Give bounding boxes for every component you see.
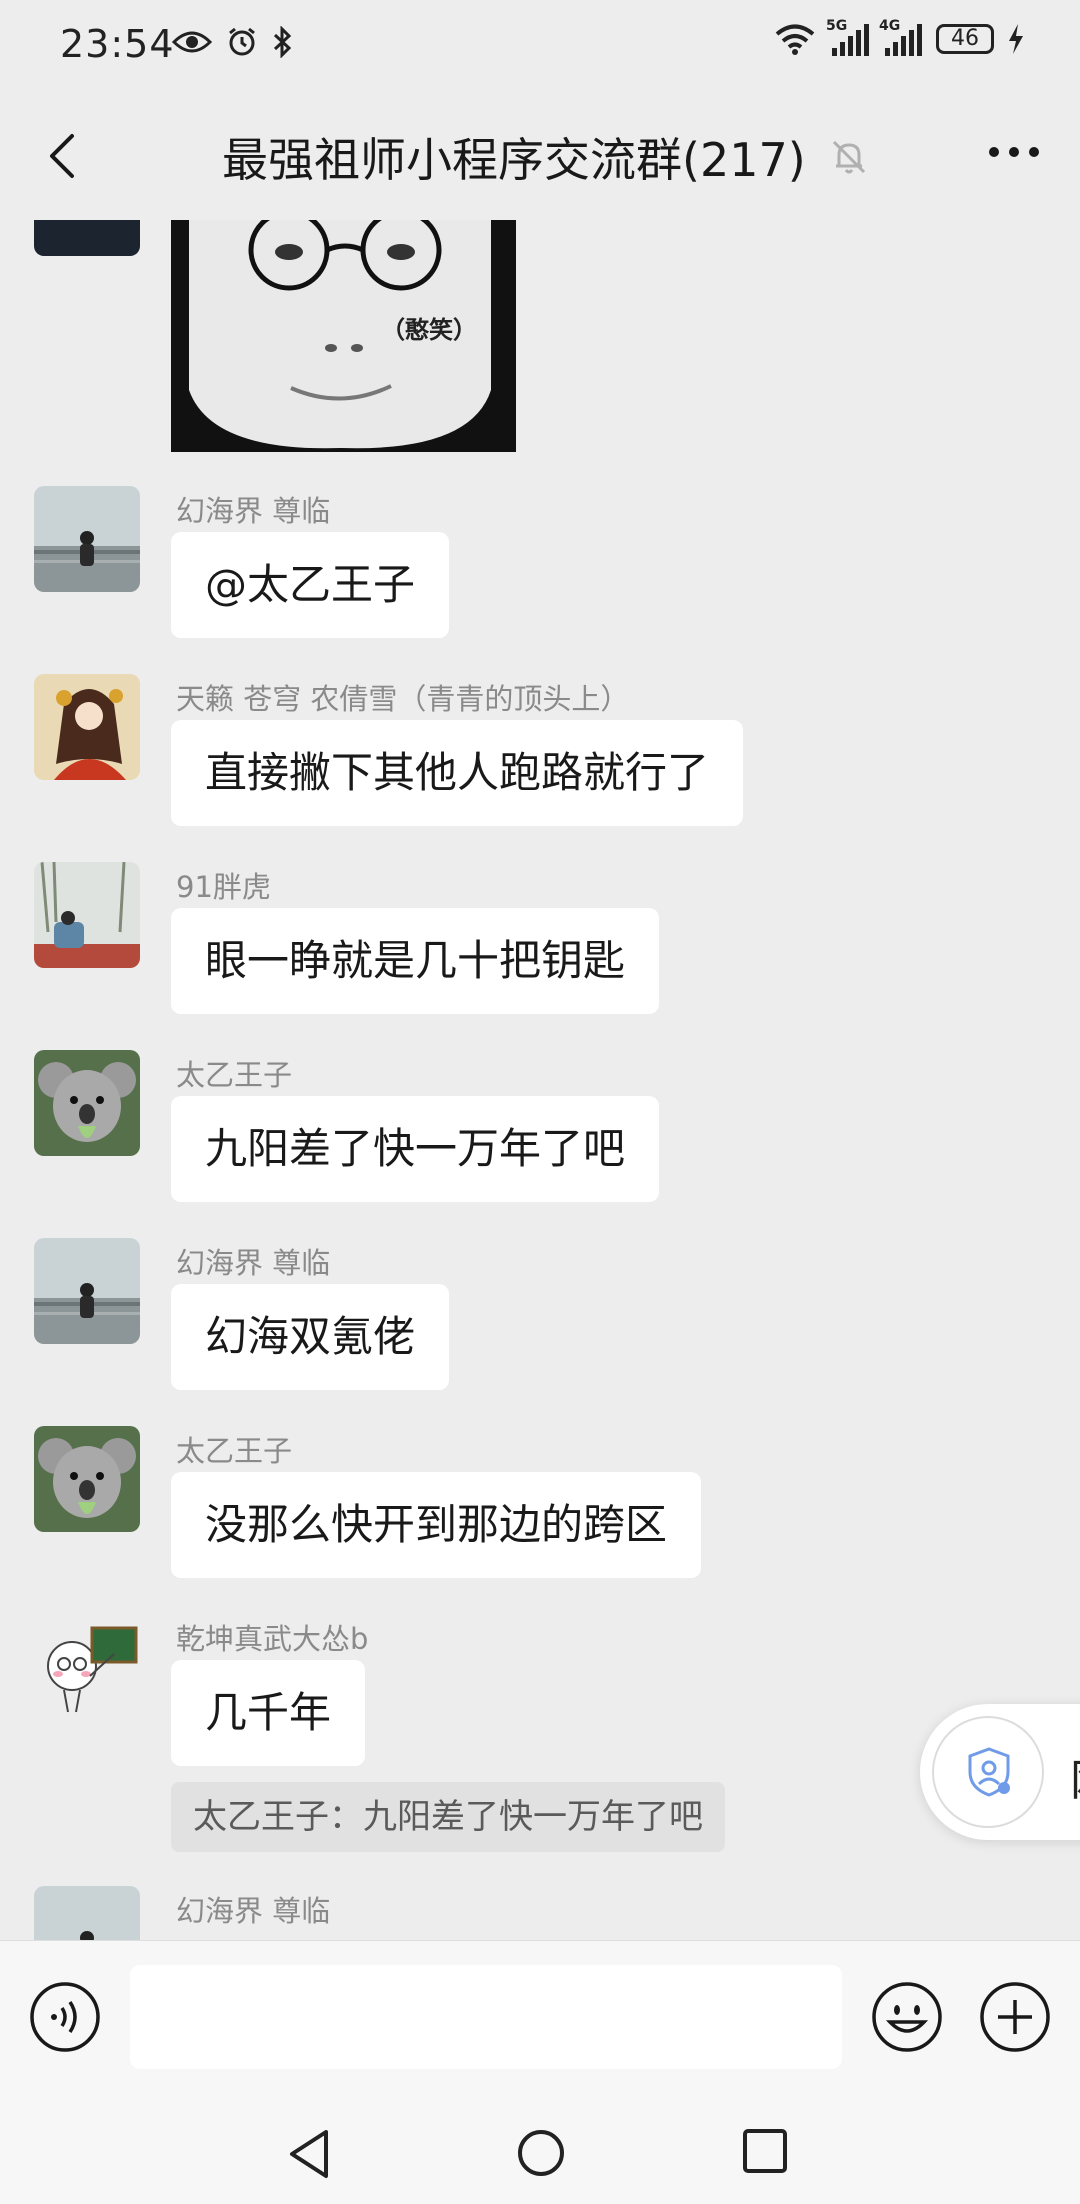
signal-4g-icon: 4G — [879, 18, 922, 56]
message-list[interactable]: （憨笑） 幻海界 尊临 @太乙王子 天籁 苍穹 农倩雪（青青的顶头上） 直接撇下… — [0, 220, 1080, 1940]
charging-icon — [1009, 24, 1023, 54]
status-right-icons: 5G 4G 46 — [774, 18, 1024, 56]
chat-title: 最强祖师小程序交流群(217) — [222, 133, 806, 187]
eye-icon — [172, 31, 212, 53]
avatar[interactable] — [34, 1050, 140, 1156]
plus-icon[interactable] — [978, 1980, 1052, 2054]
message-bubble[interactable]: 几千年 — [171, 1660, 366, 1766]
meme-sticker-image[interactable]: （憨笑） — [171, 220, 516, 452]
sender-name: 幻海界 尊临 — [176, 494, 331, 528]
avatar[interactable] — [34, 1886, 140, 1940]
message-bubble[interactable]: 眼一睁就是几十把钥匙 — [171, 908, 660, 1014]
message-input[interactable] — [130, 1965, 842, 2069]
avatar[interactable] — [34, 486, 140, 592]
shield-user-icon — [968, 1747, 1010, 1797]
sender-name: 天籁 苍穹 农倩雪（青青的顶头上） — [176, 682, 630, 716]
mute-bell-icon — [832, 140, 865, 174]
status-time: 23:54 — [60, 22, 175, 66]
avatar[interactable] — [34, 862, 140, 968]
network-label-4g: 4G — [879, 18, 901, 34]
alarm-icon — [229, 27, 255, 56]
sender-name: 幻海界 尊临 — [176, 1894, 331, 1928]
back-icon[interactable] — [36, 128, 92, 184]
quoted-message[interactable]: 太乙王子：九阳差了快一万年了吧 — [171, 1782, 725, 1852]
widget-label: 网 — [1070, 1744, 1080, 1808]
input-bar — [0, 1940, 1080, 2091]
message-bubble[interactable]: 九阳差了快一万年了吧 — [171, 1096, 660, 1202]
message-bubble[interactable]: 没那么快开到那边的跨区 — [171, 1472, 702, 1578]
sender-name: 太乙王子 — [176, 1058, 293, 1092]
system-navigation-bar — [0, 2090, 1080, 2204]
floating-widget[interactable]: 网 — [920, 1704, 1080, 1840]
avatar[interactable] — [34, 1426, 140, 1532]
avatar[interactable] — [34, 1238, 140, 1344]
status-left-icons — [172, 26, 292, 58]
voice-icon[interactable] — [28, 1980, 102, 2054]
more-icon[interactable] — [984, 132, 1044, 172]
chat-header: 最强祖师小程序交流群(217) — [0, 92, 1080, 220]
meme-caption: （憨笑） — [381, 316, 477, 344]
avatar[interactable] — [34, 674, 140, 780]
sender-name: 乾坤真武大怂b — [176, 1622, 369, 1656]
signal-5g-icon: 5G — [826, 18, 869, 56]
sys-back-icon[interactable] — [286, 2128, 336, 2180]
bluetooth-icon — [273, 26, 292, 58]
message-bubble[interactable]: @太乙王子 — [171, 532, 450, 638]
sys-recent-icon[interactable] — [742, 2128, 788, 2174]
status-bar: 23:54 5G 4G 46 — [0, 0, 1080, 92]
chat-title-group: 最强祖师小程序交流群(217) — [222, 124, 870, 190]
avatar[interactable] — [34, 220, 140, 256]
wifi-icon — [775, 24, 815, 55]
sender-name: 太乙王子 — [176, 1434, 293, 1468]
network-label-5g: 5G — [826, 18, 848, 34]
message-bubble[interactable]: 直接撇下其他人跑路就行了 — [171, 720, 744, 826]
avatar[interactable] — [34, 1614, 140, 1720]
sys-home-icon[interactable] — [516, 2128, 566, 2178]
message-bubble[interactable]: 幻海双氪佬 — [171, 1284, 450, 1390]
battery-indicator: 46 — [936, 24, 994, 54]
sender-name: 幻海界 尊临 — [176, 1246, 331, 1280]
sender-name: 91胖虎 — [176, 870, 271, 904]
emoji-icon[interactable] — [870, 1980, 944, 2054]
